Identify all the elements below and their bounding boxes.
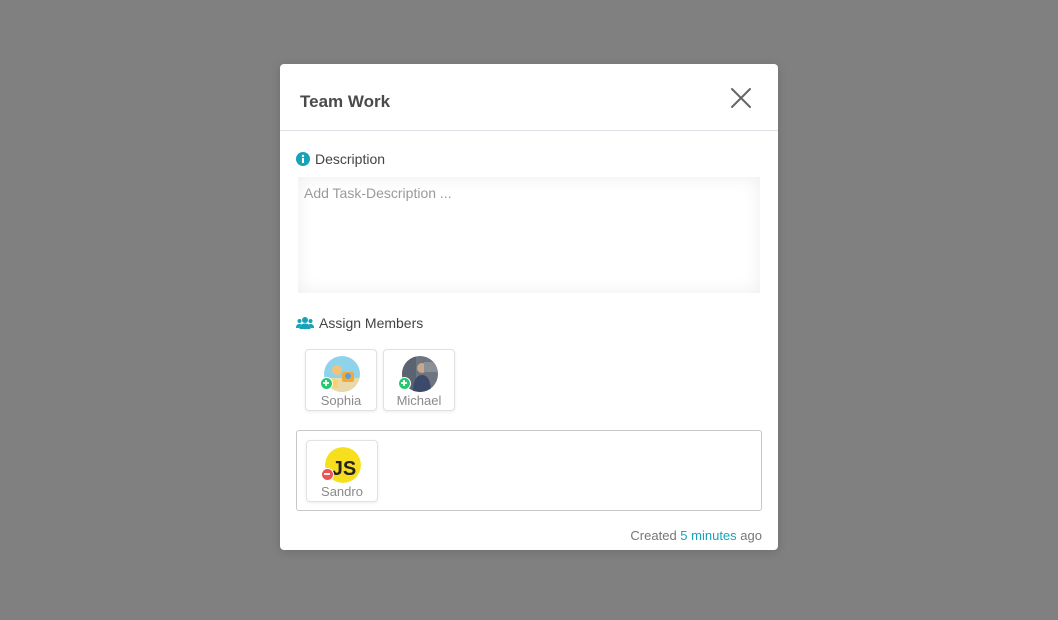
assigned-members-dropzone[interactable]: JS Sandro (296, 430, 762, 511)
assign-members-label-text: Assign Members (319, 315, 424, 331)
description-input[interactable] (298, 177, 760, 293)
created-timestamp: Created 5 minutes ago (630, 528, 762, 543)
member-card-michael[interactable]: Michael (383, 349, 455, 411)
remove-icon (321, 468, 334, 481)
description-label: Description (296, 151, 385, 167)
description-label-text: Description (315, 151, 386, 167)
member-name: Sandro (321, 484, 363, 499)
info-icon (296, 152, 310, 166)
modal-title: Team Work (300, 92, 391, 111)
add-icon (320, 377, 333, 390)
member-name: Sophia (320, 393, 362, 408)
member-name: Michael (396, 393, 442, 408)
svg-text:JS: JS (332, 458, 356, 480)
member-card-sandro[interactable]: JS Sandro (306, 440, 378, 502)
created-time: 5 minutes (680, 528, 737, 543)
created-suffix: ago (740, 528, 762, 543)
add-icon (398, 377, 411, 390)
member-card-sophia[interactable]: Sophia (305, 349, 377, 411)
close-button[interactable] (729, 86, 753, 110)
task-modal: Team Work Description Assign Members (280, 64, 778, 550)
created-prefix: Created (630, 528, 677, 543)
modal-header: Team Work (280, 64, 778, 131)
assign-members-label: Assign Members (296, 315, 423, 331)
users-icon (296, 317, 314, 329)
close-icon (731, 88, 751, 108)
